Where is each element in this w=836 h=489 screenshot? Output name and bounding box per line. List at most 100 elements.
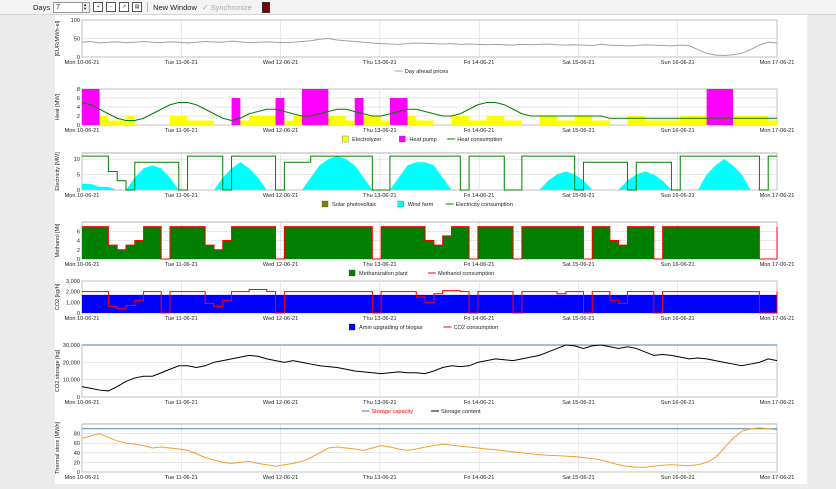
x-tick-label: Sun 16-06-21 (661, 400, 695, 406)
x-tick-label: Tue 11-06-21 (165, 128, 198, 134)
y-tick-label: 20,000 (63, 360, 80, 366)
legend-label: Heat pump (409, 137, 436, 143)
y-tick-label: 1,000 (66, 300, 80, 306)
toolbar-separator (147, 2, 149, 12)
plot-frame (81, 344, 778, 398)
legend: Electrolyzer Heat pump Heat consumption (341, 135, 502, 143)
print-icon[interactable]: ▤ (132, 2, 143, 12)
chart-panel-co2storage: Mon 10-06-21 Tue 11-06-21 Wed 12-06-21 Thu … (55, 343, 794, 415)
export-icon[interactable]: ↗ (119, 2, 130, 12)
x-tick-label: Fri 14-06-21 (464, 475, 494, 481)
y-tick-label: 0 (77, 257, 80, 263)
y-axis-label: Heat [MW] (55, 93, 61, 120)
x-tick-label: Mon 17-06-21 (760, 475, 795, 481)
x-tick-label: Wed 12-06-21 (263, 475, 298, 481)
x-tick-label: Tue 11-06-21 (165, 262, 198, 268)
y-axis-label: Methanol [Mt] (55, 223, 61, 257)
y-tick-label: 10 (74, 157, 80, 163)
x-tick-label: Mon 10-06-21 (65, 193, 100, 199)
y-tick-label: 0 (77, 123, 80, 129)
x-tick-label: Sat 15-06-21 (562, 316, 594, 322)
new-window-button[interactable]: New Window (153, 3, 197, 12)
legend: Day ahead prices (394, 69, 449, 75)
y-tick-label: 3,000 (66, 279, 80, 285)
y-tick-label: 0 (77, 395, 80, 401)
legend: Methanization plant Methanol consumption (348, 269, 494, 277)
x-tick-label: Mon 10-06-21 (65, 400, 100, 406)
days-stepper[interactable]: ▲ ▼ (83, 1, 91, 13)
x-tick-label: Thu 13-06-21 (363, 475, 397, 481)
y-tick-label: 6 (77, 96, 80, 102)
zoom-out-icon[interactable]: − (106, 2, 117, 12)
x-tick-label: Mon 10-06-21 (65, 60, 100, 66)
x-tick-label: Mon 10-06-21 (65, 316, 100, 322)
legend: Solar photovoltaic Wind farm Electricity c… (321, 200, 513, 208)
x-tick-label: Sat 15-06-21 (562, 60, 594, 66)
x-tick-label: Thu 13-06-21 (363, 128, 397, 134)
x-tick-label: Sun 16-06-21 (661, 193, 695, 199)
y-tick-label: 30,000 (63, 343, 80, 349)
y-tick-label: 80 (74, 432, 80, 438)
chart-panel-thermal: Mon 10-06-21 Tue 11-06-21 Wed 12-06-21 Thu … (55, 421, 795, 489)
legend-label: Heat consumption (457, 137, 502, 143)
record-icon[interactable] (261, 1, 270, 13)
x-tick-label: Mon 17-06-21 (760, 60, 795, 66)
x-tick-label: Fri 14-06-21 (464, 316, 494, 322)
y-tick-label: 0 (77, 470, 80, 476)
x-tick-label: Fri 14-06-21 (464, 60, 494, 66)
y-tick-label: 4 (77, 105, 80, 111)
legend-label: Storage content (441, 409, 481, 415)
chart-panel-prices: Mon 10-06-21 Tue 11-06-21 Wed 12-06-21 Thu … (55, 18, 794, 75)
y-axis-label: Thermal store [MWh] (55, 421, 61, 474)
legend-label: Day ahead prices (405, 69, 449, 75)
x-tick-label: Wed 12-06-21 (263, 400, 298, 406)
synchronize-checkbox[interactable]: ✓ (202, 3, 209, 12)
x-tick-label: Sun 16-06-21 (661, 60, 695, 66)
x-tick-label: Mon 17-06-21 (760, 193, 795, 199)
x-tick-label: Sun 16-06-21 (661, 128, 695, 134)
y-tick-label: 0 (77, 188, 80, 194)
x-tick-label: Mon 10-06-21 (65, 262, 100, 268)
y-axis-label: [EUR/MWh-el] (55, 20, 61, 56)
x-tick-label: Sun 16-06-21 (661, 262, 695, 268)
legend-swatch (348, 269, 356, 277)
x-tick-label: Sat 15-06-21 (562, 475, 594, 481)
y-tick-label: 20 (74, 460, 80, 466)
x-tick-label: Thu 13-06-21 (363, 316, 397, 322)
legend-label: Methanol consumption (438, 271, 494, 277)
y-tick-label: 5 (77, 173, 80, 179)
legend-swatch (399, 135, 406, 143)
zoom-in-icon[interactable]: + (93, 2, 104, 12)
x-tick-label: Mon 17-06-21 (760, 262, 795, 268)
y-axis-label: CO2 [kg/h] (55, 283, 61, 310)
chart-panel-methanol: Mon 10-06-21 Tue 11-06-21 Wed 12-06-21 Thu … (55, 221, 795, 277)
legend: Amin upgrading of biogas CO2 consumption (348, 323, 498, 331)
x-tick-label: Tue 11-06-21 (165, 60, 198, 66)
charts-svg: Mon 10-06-21 Tue 11-06-21 Wed 12-06-21 Thu … (55, 18, 795, 489)
legend-label: Solar photovoltaic (332, 202, 377, 208)
x-tick-label: Wed 12-06-21 (263, 128, 298, 134)
legend-swatch (341, 135, 349, 143)
charts-area: Mon 10-06-21 Tue 11-06-21 Wed 12-06-21 Thu … (55, 15, 807, 489)
toolbar: Days 7 ▲ ▼ + − ↗ ▤ New Window ✓ Synchroni… (0, 0, 836, 15)
x-tick-label: Wed 12-06-21 (263, 60, 298, 66)
y-tick-label: 0 (77, 55, 80, 61)
x-tick-label: Thu 13-06-21 (363, 400, 397, 406)
days-input[interactable]: 7 (53, 1, 84, 13)
x-tick-label: Mon 17-06-21 (760, 128, 795, 134)
legend-label: CO2 consumption (453, 325, 498, 331)
y-tick-label: 40 (74, 451, 80, 457)
x-tick-label: Tue 11-06-21 (165, 400, 198, 406)
legend: Storage capacity Storage content (361, 409, 481, 415)
x-tick-label: Tue 11-06-21 (165, 316, 198, 322)
x-tick-label: Thu 13-06-21 (363, 60, 397, 66)
x-tick-label: Fri 14-06-21 (464, 128, 494, 134)
x-tick-label: Thu 13-06-21 (363, 262, 397, 268)
chart-panel-co2: Mon 10-06-21 Tue 11-06-21 Wed 12-06-21 Thu … (55, 279, 794, 331)
y-tick-label: 2 (77, 248, 80, 254)
x-tick-label: Sat 15-06-21 (562, 262, 594, 268)
y-tick-label: 10,000 (63, 378, 80, 384)
x-tick-label: Mon 17-06-21 (760, 400, 795, 406)
legend-label: Electrolyzer (352, 137, 381, 143)
x-tick-label: Sun 16-06-21 (661, 316, 695, 322)
